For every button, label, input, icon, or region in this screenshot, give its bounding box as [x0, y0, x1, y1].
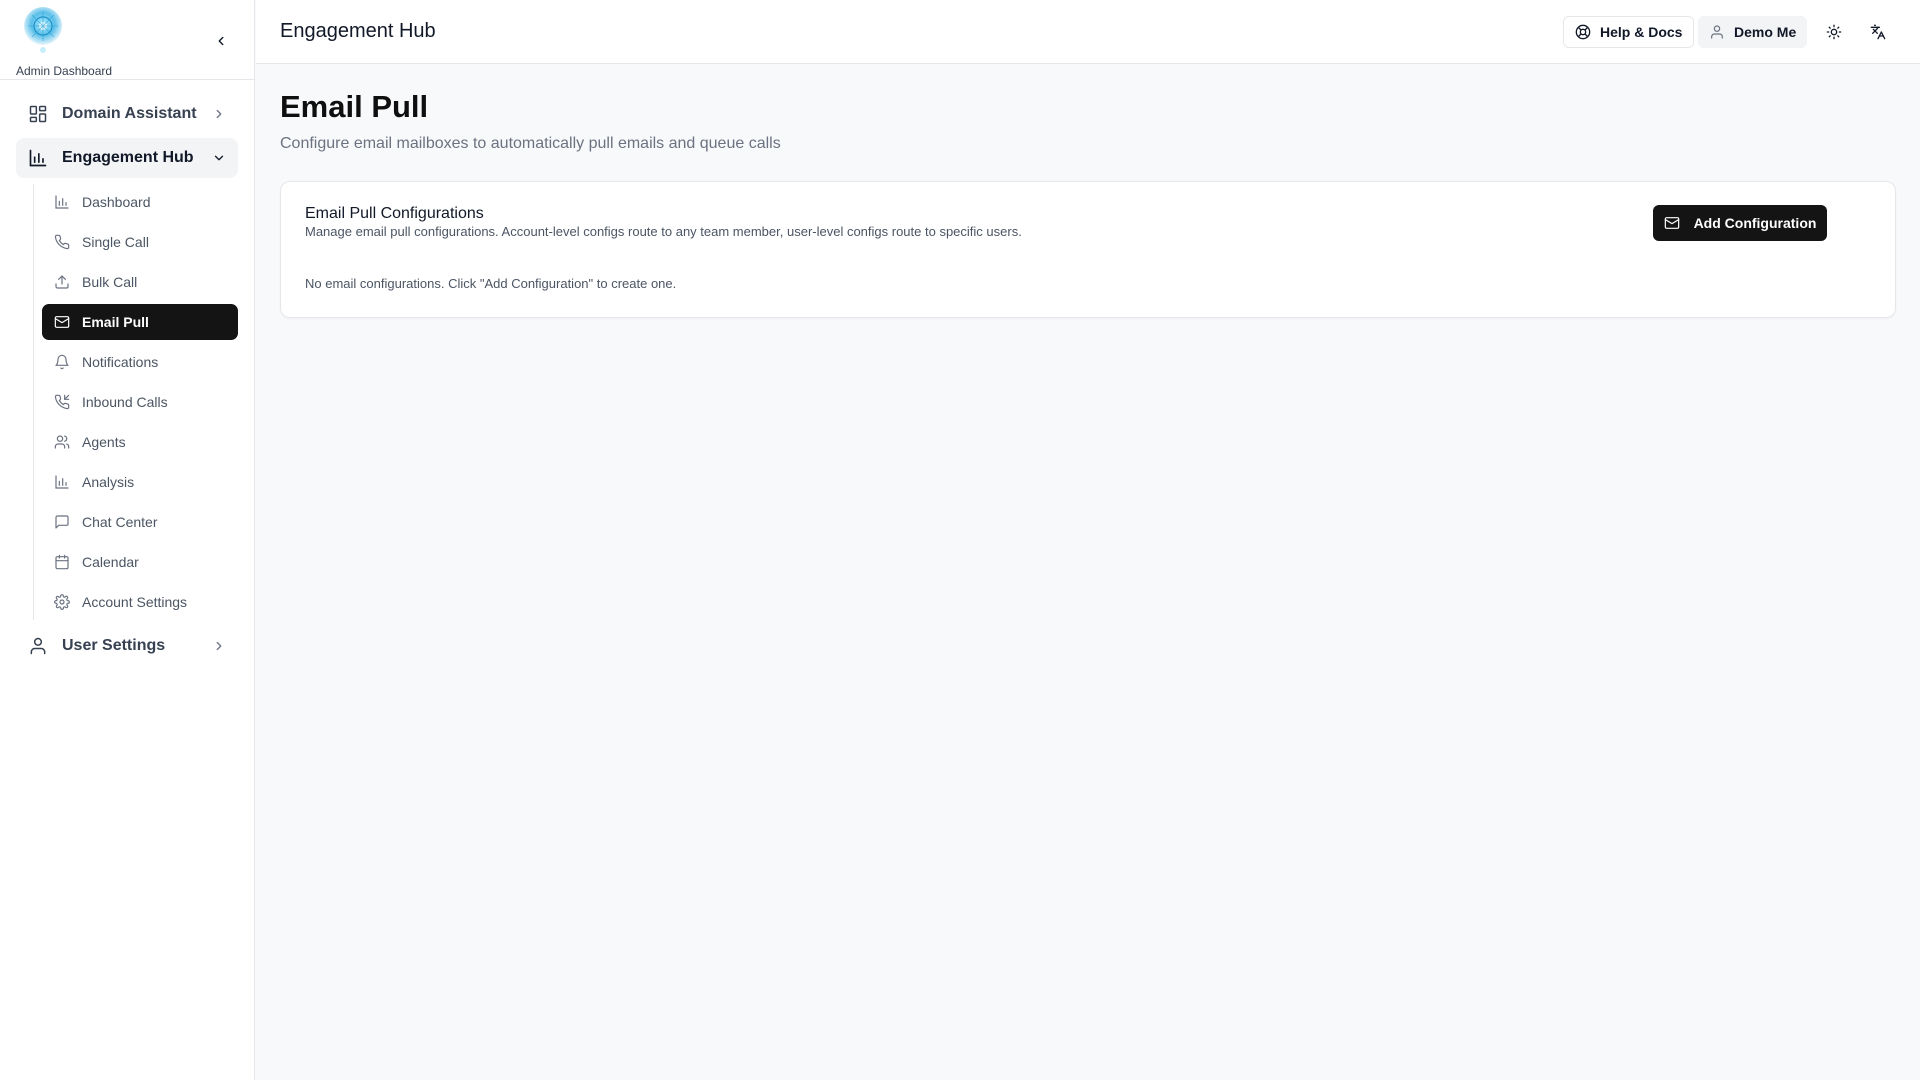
life-buoy-icon — [1575, 24, 1591, 40]
sidebar-item-label: Account Settings — [82, 594, 188, 610]
upload-icon — [55, 275, 69, 289]
chevron-down-icon — [214, 155, 224, 161]
languages-icon — [1870, 24, 1886, 40]
sidebar-item-label: Calendar — [82, 554, 139, 570]
sun-icon — [1826, 24, 1842, 40]
message-square-icon — [55, 515, 69, 529]
header-title: Engagement Hub — [280, 20, 436, 42]
page-subtitle: Configure email mailboxes to automatical… — [280, 135, 781, 152]
layout-grid-icon — [29, 105, 47, 123]
engagement-hub-submenu: Dashboard Single Call Bulk Call Email Pu… — [33, 184, 238, 620]
sidebar-item-label: Engagement Hub — [62, 149, 194, 166]
bar-chart-icon — [55, 195, 69, 209]
sidebar-nav: Domain Assistant Engagement Hub Dashboar… — [0, 80, 254, 666]
phone-incoming-icon — [54, 394, 70, 410]
sidebar-item-email-pull[interactable]: Email Pull — [42, 304, 238, 340]
sidebar: Admin Dashboard Domain Assistant Engagem… — [0, 0, 255, 1080]
sidebar-item-account-settings[interactable]: Account Settings — [42, 584, 238, 620]
card-description: Manage email pull configurations. Accoun… — [305, 224, 1022, 239]
theme-toggle-button[interactable] — [1822, 20, 1846, 44]
sidebar-item-label: Chat Center — [82, 514, 158, 530]
brand-area: Admin Dashboard — [0, 0, 254, 80]
add-configuration-button[interactable]: Add Configuration — [1653, 205, 1827, 241]
mail-icon — [1664, 217, 1679, 229]
collapse-sidebar-button[interactable] — [210, 30, 232, 52]
user-name-label: Demo Me — [1734, 24, 1797, 40]
card-title: Email Pull Configurations — [305, 205, 484, 222]
top-header: Engagement Hub Help & Docs Demo Me — [256, 0, 1920, 64]
sidebar-item-agents[interactable]: Agents — [42, 424, 238, 460]
user-icon — [30, 637, 46, 655]
sidebar-item-single-call[interactable]: Single Call — [42, 224, 238, 260]
help-docs-label: Help & Docs — [1600, 24, 1683, 40]
chevron-right-icon — [216, 109, 222, 119]
bar-chart-icon — [29, 149, 47, 167]
sidebar-item-label: Bulk Call — [82, 274, 138, 290]
help-docs-button[interactable]: Help & Docs — [1563, 16, 1695, 48]
brand-label: Admin Dashboard — [16, 64, 113, 78]
bar-chart-icon — [55, 475, 69, 489]
main-content: Email Pull Configure email mailboxes to … — [256, 65, 1920, 1080]
sidebar-item-notifications[interactable]: Notifications — [42, 344, 238, 380]
sidebar-item-label: Inbound Calls — [82, 394, 168, 410]
calendar-icon — [55, 554, 69, 570]
users-icon — [54, 435, 70, 449]
empty-state-message: No email configurations. Click "Add Conf… — [305, 276, 677, 291]
email-pull-configurations-card: Email Pull Configurations Manage email p… — [280, 181, 1896, 318]
brand-logo[interactable] — [20, 4, 66, 56]
add-configuration-label: Add Configuration — [1693, 215, 1817, 231]
sidebar-item-label: Email Pull — [82, 314, 149, 330]
bell-icon — [55, 354, 69, 370]
sidebar-item-label: Agents — [82, 434, 126, 450]
chevron-right-icon — [216, 641, 222, 651]
sidebar-item-inbound-calls[interactable]: Inbound Calls — [42, 384, 238, 420]
chevron-left-icon — [218, 36, 224, 46]
sidebar-item-dashboard[interactable]: Dashboard — [42, 184, 238, 220]
gear-icon — [54, 594, 70, 610]
mail-icon — [54, 316, 70, 328]
sidebar-item-bulk-call[interactable]: Bulk Call — [42, 264, 238, 300]
sidebar-item-engagement-hub[interactable]: Engagement Hub — [16, 138, 238, 178]
phone-icon — [54, 234, 70, 250]
user-icon — [1711, 25, 1723, 39]
sidebar-item-calendar[interactable]: Calendar — [42, 544, 238, 580]
sidebar-item-chat-center[interactable]: Chat Center — [42, 504, 238, 540]
page-title: Email Pull — [280, 89, 429, 124]
sidebar-item-label: Domain Assistant — [62, 105, 197, 122]
language-button[interactable] — [1866, 20, 1890, 44]
sidebar-item-user-settings[interactable]: User Settings — [16, 626, 238, 666]
sidebar-item-analysis[interactable]: Analysis — [42, 464, 238, 500]
sidebar-item-label: Notifications — [82, 354, 159, 370]
sidebar-item-label: Dashboard — [82, 194, 151, 210]
sidebar-item-domain-assistant[interactable]: Domain Assistant — [16, 94, 238, 134]
sidebar-item-label: Single Call — [82, 234, 149, 250]
sidebar-item-label: Analysis — [82, 474, 135, 490]
user-menu-button[interactable]: Demo Me — [1698, 16, 1808, 48]
sidebar-item-label: User Settings — [62, 637, 166, 654]
